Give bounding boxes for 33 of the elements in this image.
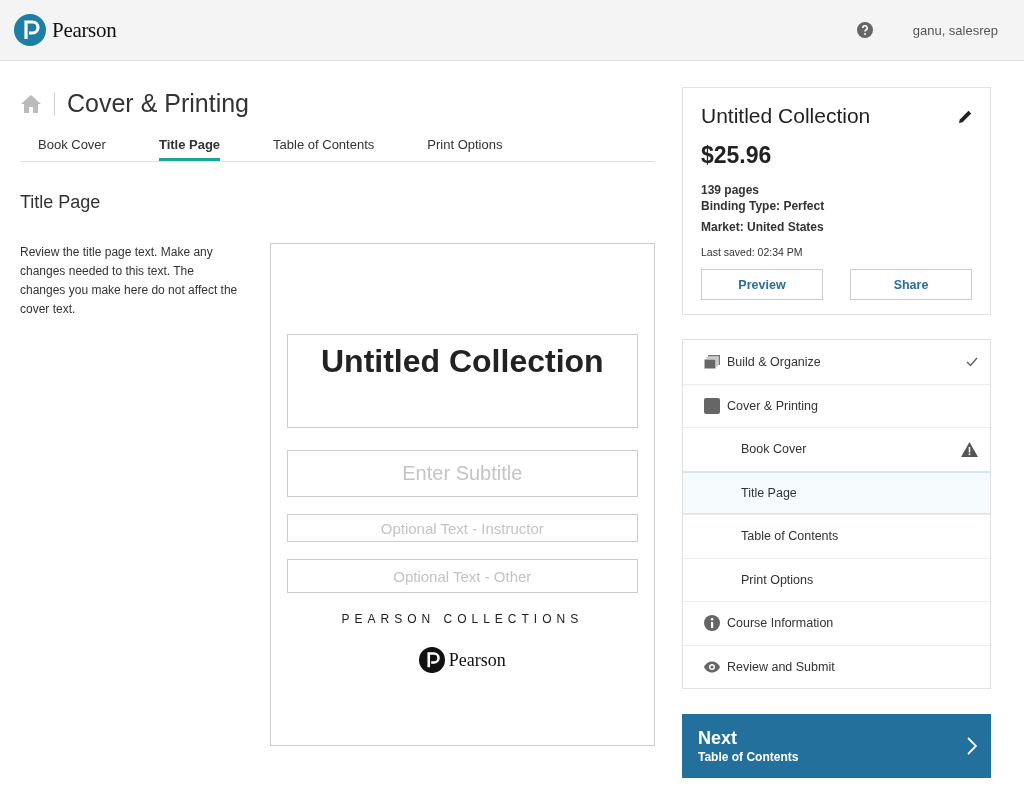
price: $25.96 — [701, 142, 773, 169]
tab[interactable]: Title Page — [158, 133, 221, 161]
last-saved: Last saved: 02:34 PM — [701, 246, 804, 258]
section-heading: Title Page — [20, 192, 102, 213]
market: Market: United States — [701, 220, 825, 234]
user-name[interactable]: ganu, salesrep — [912, 22, 998, 38]
stack-icon — [703, 352, 721, 371]
book-icon — [703, 396, 721, 415]
info-icon — [703, 614, 721, 633]
collection-title: Untitled Collection — [701, 104, 871, 128]
brand-name: Pearson — [448, 649, 506, 671]
logo-icon — [418, 647, 445, 673]
other-field[interactable]: Optional Text - Other — [286, 559, 638, 593]
section-description: Review the title page text. Make any changes needed to this text. The changes you make here do not affect the cover text. — [20, 244, 239, 318]
step-item[interactable]: Title Page — [683, 470, 990, 514]
brand-name: Pearson — [52, 17, 117, 43]
share-button[interactable]: Share — [850, 269, 972, 300]
tab[interactable]: Book Cover — [38, 133, 106, 161]
tab[interactable]: Print Options — [427, 133, 503, 161]
imprint-text: PEARSON COLLECTIONS — [341, 612, 584, 626]
help-icon[interactable] — [856, 22, 873, 38]
page-title: Cover & Printing — [67, 89, 250, 118]
chevron-icon — [967, 737, 977, 755]
page-count: 139 pages — [701, 183, 761, 197]
instructor-field[interactable]: Optional Text - Instructor — [286, 514, 638, 542]
tab[interactable]: Table of Contents — [273, 133, 375, 161]
logo-icon — [14, 14, 46, 46]
binding-type: Binding Type: Perfect — [701, 199, 826, 213]
title-field[interactable]: Untitled Collection — [286, 334, 638, 428]
next-button[interactable]: Next Table of Contents — [682, 714, 991, 778]
pencil-icon[interactable] — [959, 109, 972, 123]
subtitle-field[interactable]: Enter Subtitle — [286, 450, 638, 497]
preview-button[interactable]: Preview — [701, 269, 823, 300]
